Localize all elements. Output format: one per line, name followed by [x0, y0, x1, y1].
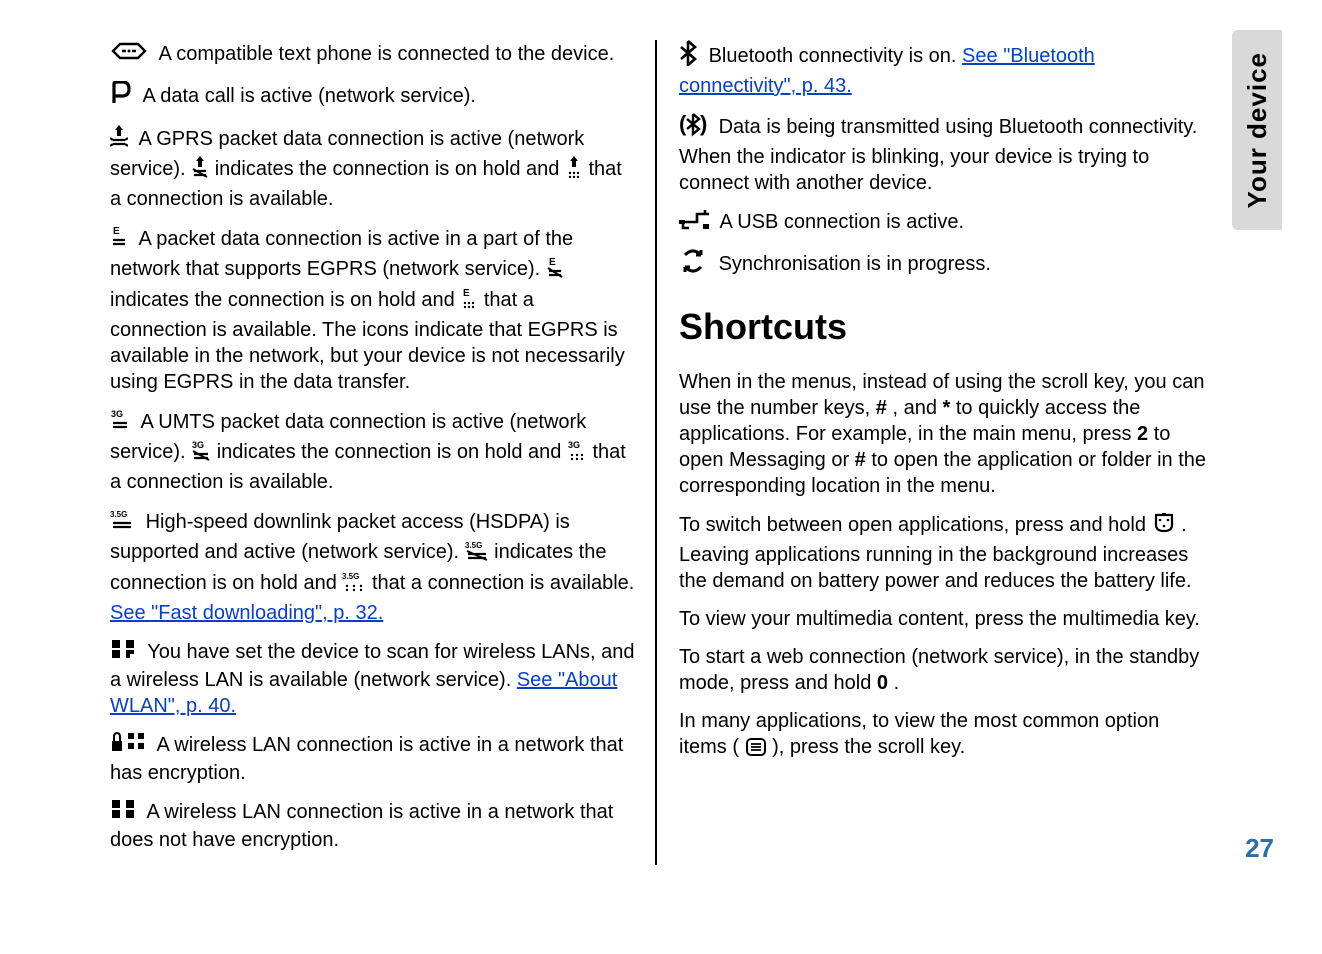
svg-text:(: (: [679, 111, 687, 136]
umts-active-icon: 3G: [110, 407, 130, 438]
wlan-noenc-icon: [110, 798, 136, 827]
hsdpa-active-icon: 3.5G: [110, 507, 134, 538]
svg-text:3.5G: 3.5G: [110, 510, 127, 519]
svg-text:): ): [700, 111, 707, 136]
svg-text:3.5G: 3.5G: [465, 541, 482, 550]
sync-text: Synchronisation is in progress.: [719, 253, 991, 275]
gprs-active-icon: [110, 124, 128, 155]
manual-page: A compatible text phone is connected to …: [0, 0, 1322, 954]
umts-hold-icon: 3G: [191, 438, 211, 469]
bluetooth-tx-entry: () Data is being transmitted using Bluet…: [679, 111, 1209, 196]
egprs-active-icon: E: [110, 224, 128, 255]
svg-text:3.5G: 3.5G: [342, 572, 359, 581]
umts-avail-icon: 3G: [567, 438, 587, 469]
hsdpa-avail-icon: 3.5G: [342, 569, 366, 600]
textphone-text: A compatible text phone is connected to …: [158, 43, 614, 65]
umts-text-b: indicates the connection is on hold and: [217, 441, 567, 463]
svg-text:E: E: [463, 288, 470, 299]
sc-p4-b: .: [894, 672, 900, 694]
two-column-layout: A compatible text phone is connected to …: [0, 0, 1322, 865]
textphone-icon: [110, 40, 148, 69]
svg-text:3G: 3G: [192, 440, 204, 450]
menu-key-icon: [1152, 511, 1176, 542]
gprs-text-b: indicates the connection is on hold and: [215, 158, 565, 180]
gprs-hold-icon: [191, 155, 209, 186]
shortcuts-heading: Shortcuts: [679, 304, 1209, 351]
side-tab: Your device: [1232, 30, 1282, 230]
sc-p1-b: , and: [892, 397, 942, 419]
gprs-entry: A GPRS packet data connection is active …: [110, 124, 635, 212]
fast-downloading-link[interactable]: See "Fast downloading", p. 32.: [110, 602, 383, 624]
two-key: 2: [1137, 423, 1148, 445]
left-column: A compatible text phone is connected to …: [110, 40, 655, 865]
svg-text:3G: 3G: [111, 409, 123, 419]
sc-p5-b: ), press the scroll key.: [772, 736, 965, 758]
gprs-avail-icon: [565, 155, 583, 186]
hsdpa-entry: 3.5G High-speed downlink packet access (…: [110, 507, 635, 626]
datacall-icon: [110, 81, 132, 112]
page-number: 27: [1245, 833, 1274, 864]
shortcuts-p3: To view your multimedia content, press t…: [679, 606, 1209, 632]
datacall-entry: A data call is active (network service).: [110, 81, 635, 112]
usb-entry: A USB connection is active.: [679, 208, 1209, 237]
wlan-noenc-text: A wireless LAN connection is active in a…: [110, 801, 613, 851]
wlan-scan-icon: [110, 638, 136, 667]
wlan-noenc-entry: A wireless LAN connection is active in a…: [110, 798, 635, 853]
sc-p3: To view your multimedia content, press t…: [679, 606, 1209, 632]
usb-text: A USB connection is active.: [719, 211, 964, 233]
wlan-enc-icon: [110, 731, 146, 760]
svg-text:3G: 3G: [568, 440, 580, 450]
egprs-avail-icon: E: [460, 286, 478, 317]
sync-icon: [679, 249, 707, 280]
egprs-hold-icon: E: [546, 255, 564, 286]
sc-p4-a: To start a web connection (network servi…: [679, 646, 1199, 694]
bluetooth-icon: [679, 40, 697, 73]
shortcuts-p1: When in the menus, instead of using the …: [679, 369, 1209, 499]
shortcuts-p4: To start a web connection (network servi…: [679, 644, 1209, 696]
zero-key: 0: [877, 672, 888, 694]
egprs-entry: E A packet data connection is active in …: [110, 224, 635, 395]
wlan-enc-text: A wireless LAN connection is active in a…: [110, 734, 623, 784]
hsdpa-hold-icon: 3.5G: [465, 538, 489, 569]
sc-p2-a: To switch between open applications, pre…: [679, 514, 1152, 536]
hsdpa-text-c: that a connection is available.: [372, 572, 634, 594]
bluetooth-on-entry: Bluetooth connectivity is on. See "Bluet…: [679, 40, 1209, 99]
shortcuts-p5: In many applications, to view the most c…: [679, 708, 1209, 764]
egprs-text-b: indicates the connection is on hold and: [110, 289, 460, 311]
wlan-scan-entry: You have set the device to scan for wire…: [110, 638, 635, 719]
egprs-text-a: A packet data connection is active in a …: [110, 228, 573, 280]
bt-on-text: Bluetooth connectivity is on.: [709, 45, 962, 67]
bluetooth-tx-icon: (): [679, 111, 707, 144]
umts-entry: 3G A UMTS packet data connection is acti…: [110, 407, 635, 495]
textphone-entry: A compatible text phone is connected to …: [110, 40, 635, 69]
hash-key-1: #: [876, 397, 887, 419]
datacall-text: A data call is active (network service).: [142, 85, 475, 107]
right-column: Bluetooth connectivity is on. See "Bluet…: [655, 40, 1229, 865]
svg-text:E: E: [113, 226, 120, 237]
svg-text:E: E: [549, 257, 556, 268]
shortcuts-p2: To switch between open applications, pre…: [679, 511, 1209, 594]
options-icon: [745, 737, 767, 764]
bt-tx-text: Data is being transmitted using Bluetoot…: [679, 116, 1197, 194]
wlan-enc-entry: A wireless LAN connection is active in a…: [110, 731, 635, 786]
hash-key-2: #: [855, 449, 866, 471]
side-tab-label: Your device: [1242, 52, 1273, 208]
sync-entry: Synchronisation is in progress.: [679, 249, 1209, 280]
star-key: *: [943, 397, 951, 419]
usb-icon: [679, 208, 709, 237]
